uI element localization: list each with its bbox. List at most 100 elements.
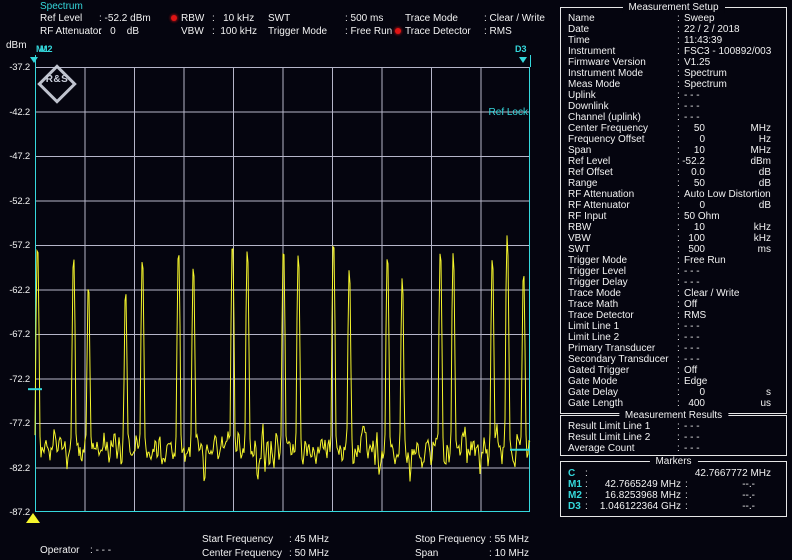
setup-row-unit: dB xyxy=(731,178,771,189)
setup-row-label: Range xyxy=(568,178,597,189)
setup-row-value: - - - xyxy=(684,343,700,354)
setup-row-value: - - - xyxy=(684,321,700,332)
setup-row-date: Date:22 / 2 / 2018 xyxy=(561,24,786,35)
setup-row-channel-uplink-: Channel (uplink):- - - xyxy=(561,112,786,123)
setup-row-gate-mode: Gate Mode:Edge xyxy=(561,376,786,387)
setup-row-label: Span xyxy=(568,145,591,156)
header-field-label: SWT xyxy=(268,13,345,24)
setup-row-value: 50 Ohm xyxy=(684,211,720,222)
stop-frequency-field: Stop Frequency: 55 MHz xyxy=(415,534,529,545)
setup-row-value: - - - xyxy=(684,101,700,112)
colon: : xyxy=(677,288,680,299)
y-axis-tick-label: -57.2 xyxy=(1,240,30,251)
y-axis-unit: dBm xyxy=(6,40,27,51)
setup-row-rf-attenuation: RF Attenuation:Auto Low Distortion xyxy=(561,189,786,200)
marker-level: --.- xyxy=(711,501,755,512)
colon: : xyxy=(677,68,680,79)
setup-row-uplink: Uplink:- - - xyxy=(561,90,786,101)
setup-row-value: Off xyxy=(684,365,697,376)
setup-row-label: Trigger Mode xyxy=(568,255,627,266)
setup-row-value: Sweep xyxy=(684,13,715,24)
setup-row-gated-trigger: Gated Trigger:Off xyxy=(561,365,786,376)
colon: : xyxy=(677,101,680,112)
colon: : xyxy=(677,112,680,123)
setup-row-meas-mode: Meas Mode:Spectrum xyxy=(561,79,786,90)
colon: : xyxy=(677,299,680,310)
colon: : xyxy=(585,468,588,479)
setup-row-label: Center Frequency xyxy=(568,123,648,134)
header-field-value: : Clear / Write xyxy=(484,13,545,24)
marker-name: C xyxy=(568,468,575,479)
setup-row-label: Trace Detector xyxy=(568,310,634,321)
marker-row-c: C:42.7667772 MHz xyxy=(561,468,786,479)
setup-row-frequency-offset: Frequency Offset:0Hz xyxy=(561,134,786,145)
setup-row-value: - - - xyxy=(684,332,700,343)
setup-row-label: Gate Delay xyxy=(568,387,618,398)
setup-row-instrument-mode: Instrument Mode:Spectrum xyxy=(561,68,786,79)
setup-row-downlink: Downlink:- - - xyxy=(561,101,786,112)
setup-row-unit: Hz xyxy=(731,134,771,145)
setup-row-label: Trace Math xyxy=(568,299,618,310)
colon: : xyxy=(677,421,680,432)
span-field: Span: 10 MHz xyxy=(415,548,529,559)
colon: : xyxy=(677,266,680,277)
marker-triangle-left-icon xyxy=(30,57,38,63)
setup-row-trace-detector: Trace Detector:RMS xyxy=(561,310,786,321)
setup-row-value: 400 xyxy=(677,398,705,409)
setup-row-label: Time xyxy=(568,35,590,46)
setup-row-value: - - - xyxy=(684,266,700,277)
setup-row-label: Name xyxy=(568,13,595,24)
rs-logo-text: R&S xyxy=(40,74,74,85)
y-axis-tick-label: -52.2 xyxy=(1,196,30,207)
setup-row-primary-transducer: Primary Transducer:- - - xyxy=(561,343,786,354)
mode-title: Spectrum xyxy=(40,1,83,12)
measurement-results-title: Measurement Results xyxy=(619,410,728,421)
colon: : xyxy=(677,24,680,35)
y-axis-tick-label: -82.2 xyxy=(1,463,30,474)
header-field-label: Trigger Mode xyxy=(268,26,345,37)
setup-row-unit: dB xyxy=(731,200,771,211)
measurement-results-panel: Measurement Results Result Limit Line 1:… xyxy=(560,415,787,456)
setup-row-label: Secondary Transducer xyxy=(568,354,669,365)
markers-panel: Markers C:42.7667772 MHzM1:42.7665249 MH… xyxy=(560,461,787,517)
colon: : xyxy=(677,365,680,376)
setup-row-range: Range:50dB xyxy=(561,178,786,189)
marker-label-m2: M2 xyxy=(40,44,53,54)
header-field-rf-attenuator: RF Attenuator: 0 dB xyxy=(40,26,139,38)
setup-row-unit: MHz xyxy=(731,123,771,134)
ref-lock-status: Ref Lock xyxy=(455,107,528,118)
header-field-label: Trace Mode xyxy=(405,13,484,24)
colon: : xyxy=(677,57,680,68)
colon: : xyxy=(585,501,588,512)
setup-row-limit-line-1: Limit Line 1:- - - xyxy=(561,321,786,332)
setup-row-label: Meas Mode xyxy=(568,79,620,90)
setup-row-name: Name:Sweep xyxy=(561,13,786,24)
operator-label: Operator xyxy=(40,545,90,556)
center-frequency-field: Center Frequency: 50 MHz xyxy=(202,548,329,559)
setup-row-unit: kHz xyxy=(731,233,771,244)
setup-row-label: Instrument Mode xyxy=(568,68,643,79)
marker-name: M1 xyxy=(568,479,582,490)
setup-row-value: 50 xyxy=(677,178,705,189)
header-field-swt: SWT: 500 ms xyxy=(268,13,383,25)
setup-row-value: 500 xyxy=(677,244,705,255)
header-field-value: : 10 kHz xyxy=(212,13,254,24)
right-axis-stub xyxy=(530,55,531,67)
header-field-rbw: RBW: 10 kHz xyxy=(181,13,254,25)
setup-row-label: Limit Line 1 xyxy=(568,321,619,332)
marker-row-m2: M2:16.8253968 MHz:--.- xyxy=(561,490,786,501)
span-value: 10 MHz xyxy=(495,548,529,559)
setup-row-label: RBW xyxy=(568,222,591,233)
trace-start-triangle-icon xyxy=(26,513,40,523)
colon: : xyxy=(677,376,680,387)
setup-row-value: 10 xyxy=(677,145,705,156)
setup-row-unit: kHz xyxy=(731,222,771,233)
y-axis-tick-label: -62.2 xyxy=(1,285,30,296)
setup-row-trace-mode: Trace Mode:Clear / Write xyxy=(561,288,786,299)
header-field-label: RF Attenuator xyxy=(40,26,99,37)
setup-row-value: V1.25 xyxy=(684,57,710,68)
colon: : xyxy=(677,46,680,57)
setup-row-unit: us xyxy=(731,398,771,409)
setup-row-label: Firmware Version xyxy=(568,57,646,68)
start-frequency-field: Start Frequency: 45 MHz xyxy=(202,534,329,545)
